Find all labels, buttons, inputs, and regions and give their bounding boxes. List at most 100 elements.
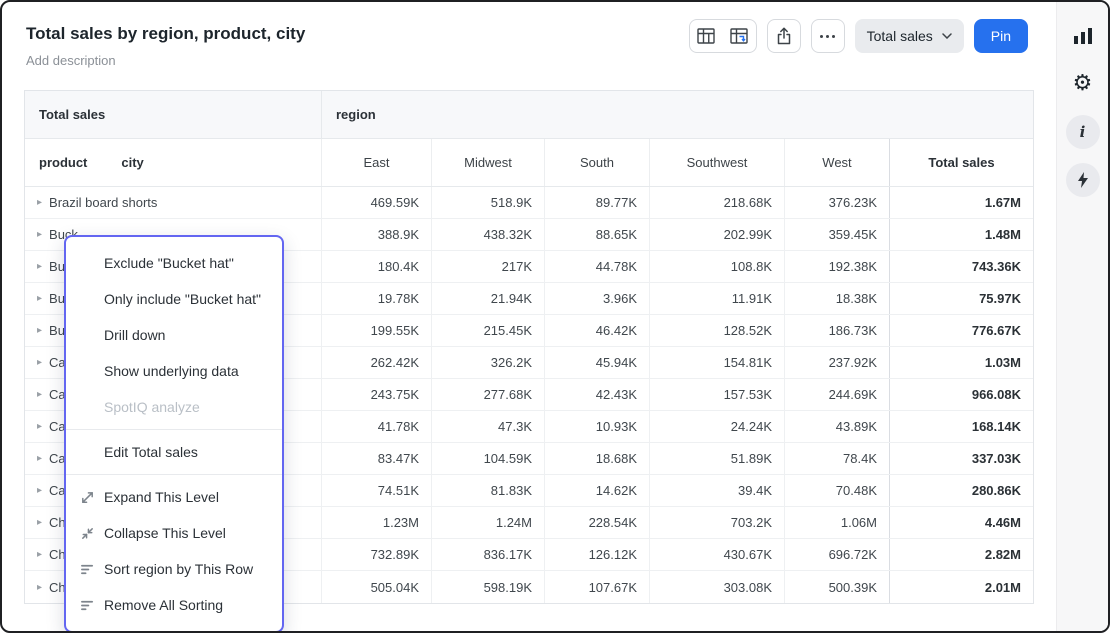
cell-value[interactable]: 1.48M bbox=[889, 219, 1033, 250]
cell-value[interactable]: 262.42K bbox=[321, 347, 431, 378]
cell-value[interactable]: 776.67K bbox=[889, 315, 1033, 346]
cell-value[interactable]: 215.45K bbox=[431, 315, 544, 346]
cell-value[interactable]: 154.81K bbox=[649, 347, 784, 378]
menu-item-edit-total-sales[interactable]: Edit Total sales bbox=[66, 434, 282, 470]
menu-item-sort-region-by-this-row[interactable]: Sort region by This Row bbox=[66, 551, 282, 587]
cell-value[interactable]: 43.89K bbox=[784, 411, 889, 442]
add-description-link[interactable]: Add description bbox=[26, 53, 116, 68]
cell-value[interactable]: 51.89K bbox=[649, 443, 784, 474]
cell-value[interactable]: 157.53K bbox=[649, 379, 784, 410]
pivot-view-icon[interactable] bbox=[723, 20, 756, 52]
cell-value[interactable]: 505.04K bbox=[321, 571, 431, 603]
expand-caret-icon[interactable]: ▸ bbox=[37, 389, 42, 400]
column-header-total-sales[interactable]: Total sales bbox=[889, 139, 1033, 186]
expand-caret-icon[interactable]: ▸ bbox=[37, 325, 42, 336]
cell-value[interactable]: 376.23K bbox=[784, 187, 889, 218]
table-view-icon[interactable] bbox=[690, 20, 723, 52]
cell-value[interactable]: 438.32K bbox=[431, 219, 544, 250]
chart-icon[interactable] bbox=[1066, 19, 1100, 53]
cell-value[interactable]: 218.68K bbox=[649, 187, 784, 218]
region-header[interactable]: region bbox=[321, 91, 1033, 138]
expand-caret-icon[interactable]: ▸ bbox=[37, 197, 42, 208]
cell-value[interactable]: 1.03M bbox=[889, 347, 1033, 378]
expand-caret-icon[interactable]: ▸ bbox=[37, 293, 42, 304]
cell-value[interactable]: 3.96K bbox=[544, 283, 649, 314]
cell-value[interactable]: 237.92K bbox=[784, 347, 889, 378]
cell-value[interactable]: 388.9K bbox=[321, 219, 431, 250]
expand-caret-icon[interactable]: ▸ bbox=[37, 261, 42, 272]
cell-value[interactable]: 277.68K bbox=[431, 379, 544, 410]
measure-dropdown[interactable]: Total sales bbox=[855, 19, 964, 53]
menu-item-show-underlying-data[interactable]: Show underlying data bbox=[66, 353, 282, 389]
column-header-midwest[interactable]: Midwest bbox=[431, 139, 544, 186]
cell-value[interactable]: 244.69K bbox=[784, 379, 889, 410]
cell-value[interactable]: 44.78K bbox=[544, 251, 649, 282]
column-header-south[interactable]: South bbox=[544, 139, 649, 186]
expand-caret-icon[interactable]: ▸ bbox=[37, 453, 42, 464]
cell-value[interactable]: 1.06M bbox=[784, 507, 889, 538]
cell-value[interactable]: 104.59K bbox=[431, 443, 544, 474]
cell-value[interactable]: 74.51K bbox=[321, 475, 431, 506]
cell-value[interactable]: 18.68K bbox=[544, 443, 649, 474]
cell-value[interactable]: 598.19K bbox=[431, 571, 544, 603]
cell-value[interactable]: 180.4K bbox=[321, 251, 431, 282]
cell-value[interactable]: 2.82M bbox=[889, 539, 1033, 570]
cell-value[interactable]: 11.91K bbox=[649, 283, 784, 314]
cell-value[interactable]: 46.42K bbox=[544, 315, 649, 346]
cell-value[interactable]: 83.47K bbox=[321, 443, 431, 474]
column-header-southwest[interactable]: Southwest bbox=[649, 139, 784, 186]
menu-item-drill-down[interactable]: Drill down bbox=[66, 317, 282, 353]
cell-value[interactable]: 42.43K bbox=[544, 379, 649, 410]
cell-value[interactable]: 303.08K bbox=[649, 571, 784, 603]
cell-value[interactable]: 75.97K bbox=[889, 283, 1033, 314]
cell-value[interactable]: 2.01M bbox=[889, 571, 1033, 603]
cell-value[interactable]: 21.94K bbox=[431, 283, 544, 314]
cell-value[interactable]: 199.55K bbox=[321, 315, 431, 346]
bolt-icon[interactable] bbox=[1066, 163, 1100, 197]
cell-value[interactable]: 228.54K bbox=[544, 507, 649, 538]
product-header[interactable]: product bbox=[39, 155, 87, 170]
cell-value[interactable]: 1.67M bbox=[889, 187, 1033, 218]
cell-value[interactable]: 743.36K bbox=[889, 251, 1033, 282]
cell-value[interactable]: 168.14K bbox=[889, 411, 1033, 442]
menu-item-exclude-bucket-hat[interactable]: Exclude "Bucket hat" bbox=[66, 245, 282, 281]
cell-value[interactable]: 732.89K bbox=[321, 539, 431, 570]
cell-value[interactable]: 128.52K bbox=[649, 315, 784, 346]
expand-caret-icon[interactable]: ▸ bbox=[37, 229, 42, 240]
cell-value[interactable]: 518.9K bbox=[431, 187, 544, 218]
column-header-west[interactable]: West bbox=[784, 139, 889, 186]
cell-value[interactable]: 89.77K bbox=[544, 187, 649, 218]
column-header-east[interactable]: East bbox=[321, 139, 431, 186]
cell-value[interactable]: 703.2K bbox=[649, 507, 784, 538]
cell-value[interactable]: 10.93K bbox=[544, 411, 649, 442]
cell-value[interactable]: 39.4K bbox=[649, 475, 784, 506]
menu-item-only-include-bucket-hat[interactable]: Only include "Bucket hat" bbox=[66, 281, 282, 317]
cell-value[interactable]: 966.08K bbox=[889, 379, 1033, 410]
pin-button[interactable]: Pin bbox=[974, 19, 1028, 53]
gear-icon[interactable]: ⚙ bbox=[1066, 67, 1100, 101]
cell-value[interactable]: 696.72K bbox=[784, 539, 889, 570]
cell-value[interactable]: 45.94K bbox=[544, 347, 649, 378]
menu-item-collapse-this-level[interactable]: Collapse This Level bbox=[66, 515, 282, 551]
cell-value[interactable]: 126.12K bbox=[544, 539, 649, 570]
expand-caret-icon[interactable]: ▸ bbox=[37, 582, 42, 593]
cell-value[interactable]: 430.67K bbox=[649, 539, 784, 570]
cell-value[interactable]: 202.99K bbox=[649, 219, 784, 250]
cell-value[interactable]: 836.17K bbox=[431, 539, 544, 570]
cell-value[interactable]: 14.62K bbox=[544, 475, 649, 506]
cell-value[interactable]: 192.38K bbox=[784, 251, 889, 282]
cell-value[interactable]: 18.38K bbox=[784, 283, 889, 314]
cell-value[interactable]: 19.78K bbox=[321, 283, 431, 314]
cell-value[interactable]: 1.23M bbox=[321, 507, 431, 538]
more-options-button[interactable] bbox=[811, 19, 845, 53]
menu-item-expand-this-level[interactable]: Expand This Level bbox=[66, 479, 282, 515]
cell-value[interactable]: 107.67K bbox=[544, 571, 649, 603]
cell-value[interactable]: 186.73K bbox=[784, 315, 889, 346]
expand-caret-icon[interactable]: ▸ bbox=[37, 517, 42, 528]
cell-value[interactable]: 500.39K bbox=[784, 571, 889, 603]
cell-value[interactable]: 326.2K bbox=[431, 347, 544, 378]
row-label[interactable]: ▸Brazil board shorts bbox=[25, 187, 321, 218]
cell-value[interactable]: 81.83K bbox=[431, 475, 544, 506]
cell-value[interactable]: 88.65K bbox=[544, 219, 649, 250]
cell-value[interactable]: 217K bbox=[431, 251, 544, 282]
